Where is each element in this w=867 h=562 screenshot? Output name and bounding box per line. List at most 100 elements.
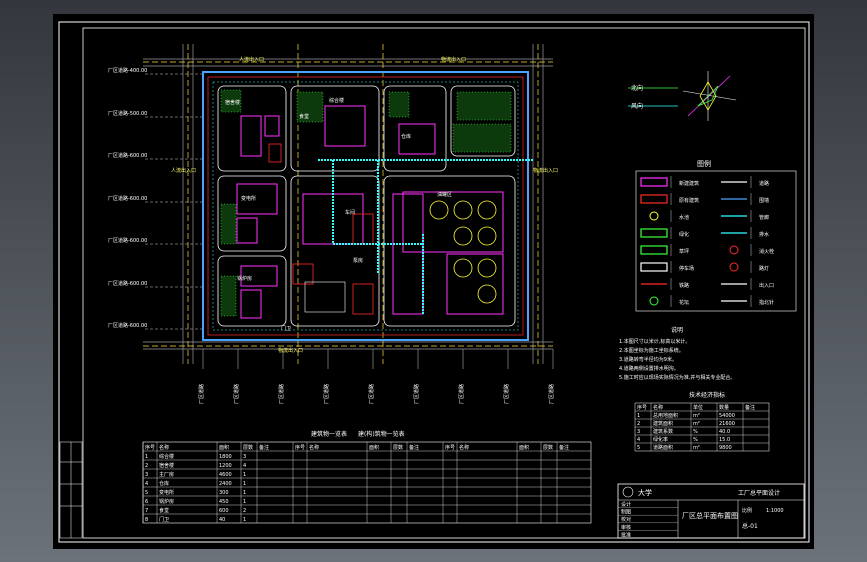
gate-label: 人流出入口 (239, 56, 264, 63)
title-block-scale: 1:1000 (766, 508, 784, 514)
building-table-cell: 7 (145, 508, 148, 514)
bottom-axis-label: 厂区道路 (458, 384, 465, 404)
pipe-rack (318, 159, 533, 314)
left-axis-label: 厂区道路-600.00 (108, 237, 147, 244)
hydrant-icon (729, 245, 739, 255)
tech-table-cell: m² (693, 413, 700, 419)
compass-rose (628, 71, 737, 121)
building-table-cell: 600 (219, 508, 229, 514)
parking-lot (304, 281, 346, 313)
building-table-cell: 5 (145, 490, 148, 496)
left-axis-label: 厂区道路-600.00 (108, 195, 147, 202)
tech-table-cell: 名称 (653, 404, 663, 411)
building-table-cell: 仓库 (159, 480, 169, 487)
building-table-header: 名称 (159, 444, 169, 451)
legend-item: 花坛 (649, 295, 689, 307)
note-line: 3.道路转弯半径均为9米。 (619, 356, 677, 363)
legend-item: 围墙 (721, 193, 769, 205)
rect-icon (640, 262, 668, 272)
building-label: 仓库 (401, 133, 411, 140)
red-dot-icon (729, 262, 739, 272)
tech-table-cell: 建筑面积 (653, 420, 673, 427)
building-table-header: 备注 (559, 444, 569, 451)
building-table-cell: 变电所 (159, 489, 174, 496)
building-table-cell: 1 (243, 499, 246, 505)
building-table-cell: 2400 (219, 481, 232, 487)
legend-item: 绿化 (640, 227, 689, 239)
building-table-cell: 1 (145, 454, 148, 460)
building-label: 门卫 (281, 325, 291, 332)
building-table-cell: 1 (243, 472, 246, 478)
tech-table-cell: 15.0 (719, 437, 730, 443)
tech-table-cell: % (693, 437, 698, 443)
building-table-header: 备注 (259, 444, 269, 451)
legend-item: 停车场 (640, 261, 694, 273)
bottom-axis-label: 厂区道路 (323, 384, 330, 404)
building-table-header: 面积 (519, 444, 529, 451)
building-table-cell: 3 (243, 454, 246, 460)
building-label: 油罐区 (437, 191, 452, 198)
legend-item: 原有建筑 (640, 193, 699, 205)
tech-table-cell: 道路面积 (653, 444, 673, 451)
building-table-cell: 2 (243, 508, 246, 514)
building-table-cell: 主厂房 (159, 471, 174, 478)
building-table-header: 序号 (295, 444, 305, 451)
bottom-axis-label: 厂区道路 (233, 384, 240, 404)
legend-items: 新建建筑 道路原有建筑 围墙水池 管廊绿化 排水草坪 消火栓停车场 路灯铁路 出入口花坛 指北针 (640, 176, 774, 307)
building-table-cell: 1 (243, 517, 246, 523)
cad-drawing-canvas: 厂区道路-400.00 厂区道路-500.00 厂区道路-600.00 厂区道路-60… (53, 14, 814, 549)
building-table-cell: 综合楼 (159, 453, 174, 460)
building-table-cell: 40 (219, 517, 225, 523)
building-table-cell: 1 (243, 490, 246, 496)
building-table-header: 面积 (369, 444, 379, 451)
note-line: 5.施工时应以现场实际情况为准,并与相关专业配合。 (619, 374, 735, 381)
note-line: 2.本图坐标为施工坐标系统。 (619, 347, 684, 354)
compass-label-north: 北向 (631, 84, 643, 92)
note-line: 1.本图尺寸以米计,标高以米计。 (619, 338, 690, 345)
left-axis-label: 厂区道路-600.00 (108, 280, 147, 287)
tech-table-cell: 建筑系数 (653, 428, 673, 435)
magenta-rect-icon (640, 177, 668, 187)
legend-item: 管廊 (721, 210, 769, 222)
building-table-header: 面积 (219, 444, 229, 451)
building-label: 锅炉房 (237, 275, 252, 282)
building-table-cell: 1200 (219, 463, 232, 469)
legend-item: 道路 (721, 176, 769, 188)
tech-table-cell: 21600 (719, 421, 735, 427)
building-table-cell: 1800 (219, 454, 232, 460)
bottom-axis-label: 厂区道路 (413, 384, 420, 404)
building-table-cell: 300 (219, 490, 229, 496)
ring-icon (649, 296, 659, 306)
gate-label: 物流出入口 (533, 167, 558, 174)
legend-item-label: 出入口 (759, 282, 774, 289)
inner-frame (82, 27, 806, 539)
gate-label: 物流出入口 (278, 347, 303, 354)
tech-table-cell: 总用地面积 (653, 412, 678, 419)
legend-item: 草坪 (640, 244, 689, 256)
legend-item-label: 停车场 (679, 265, 694, 272)
building-table-header: 备注 (409, 444, 419, 451)
building-table-title-2: 建(构)筑物一览表 (358, 430, 405, 438)
tech-table-cell: 绿化率 (653, 436, 668, 443)
legend-item-label: 路灯 (759, 265, 769, 272)
legend-item-label: 指北针 (759, 299, 774, 306)
building-table-cell: 4600 (219, 472, 232, 478)
building-table-header: 层数 (243, 444, 253, 451)
yellow-circle-icon (649, 211, 659, 221)
legend-item-label: 道路 (759, 180, 769, 187)
left-axis-label: 厂区道路-500.00 (108, 110, 147, 117)
building-table-header: 名称 (309, 444, 319, 451)
legend-item-label: 原有建筑 (679, 197, 699, 204)
gate-label: 物流出入口 (441, 56, 466, 63)
building-table-header: 层数 (393, 444, 403, 451)
bottom-axis-label: 厂区道路 (368, 384, 375, 404)
building-table-cell: 1 (243, 481, 246, 487)
hatched-rect-icon (640, 245, 668, 255)
legend-frame (635, 170, 797, 312)
tech-table-cell: 40.0 (719, 429, 730, 435)
building-table-cell: 4 (145, 481, 148, 487)
note-line: 4.道路两侧设置排水明沟。 (619, 365, 679, 372)
legend-item: 新建建筑 (640, 176, 699, 188)
legend-item: 排水 (721, 227, 769, 239)
title-block-scale-label: 比例 (742, 507, 752, 514)
